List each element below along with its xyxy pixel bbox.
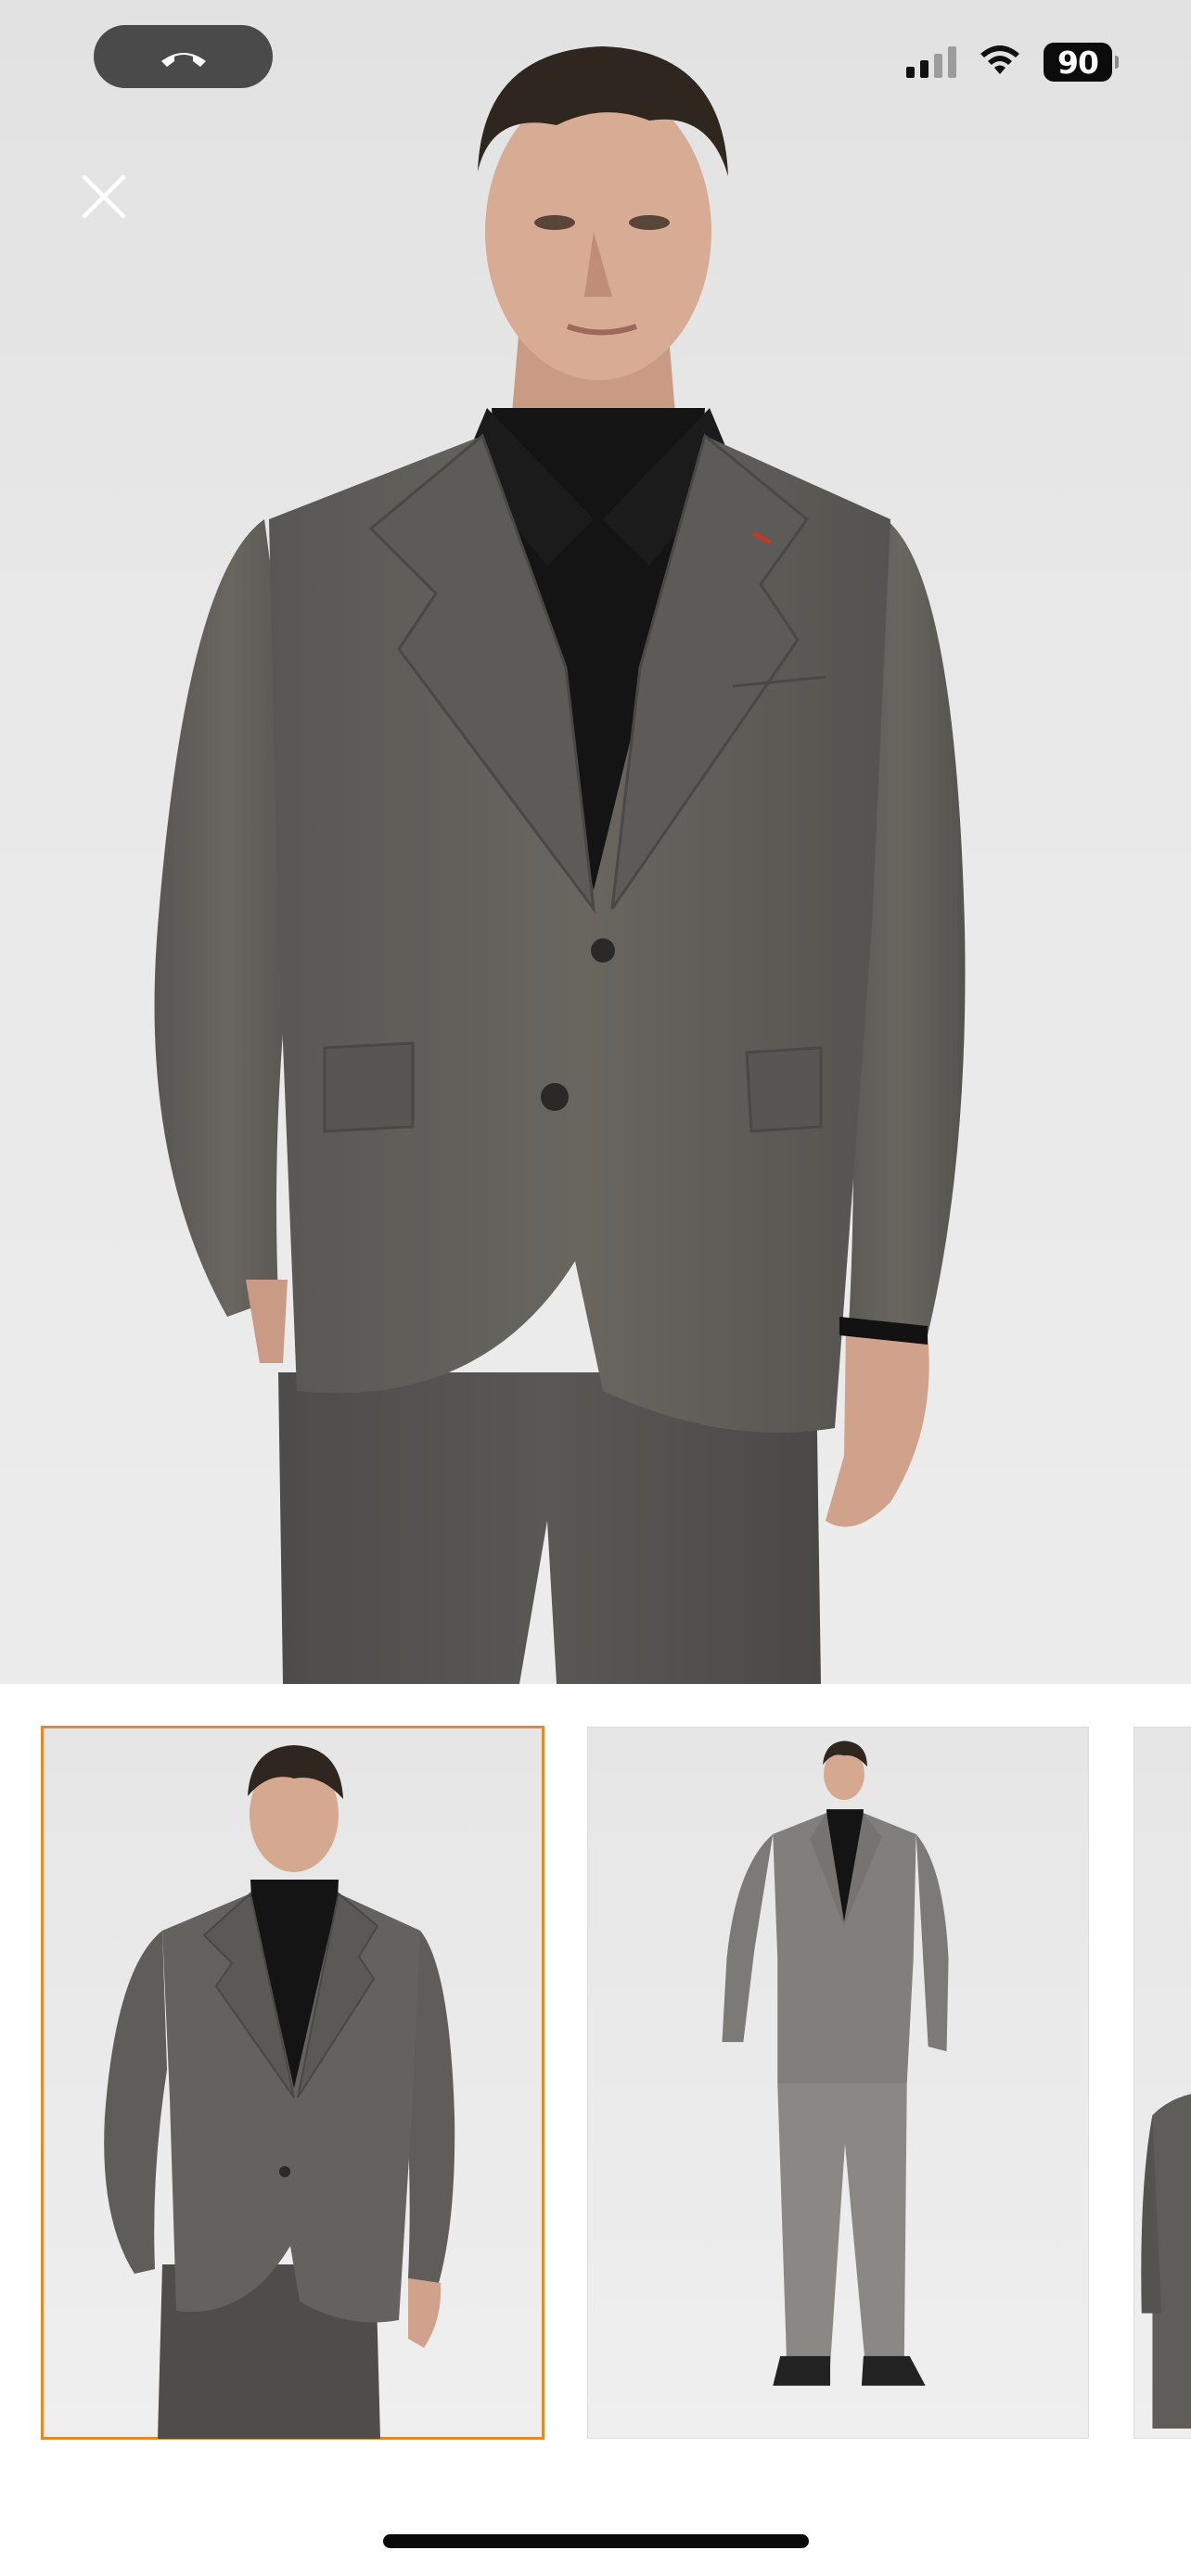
phone-hangup-icon [160, 53, 206, 67]
thumbnail-3[interactable] [1133, 1727, 1191, 2439]
thumbnail-strip[interactable] [0, 1684, 1191, 2463]
thumbnail-2[interactable] [587, 1727, 1089, 2439]
status-indicators: 90 [906, 43, 1119, 82]
thumbnail-image-full-length [722, 1741, 949, 2386]
close-icon [82, 174, 126, 219]
thumbnail-image-closeup [104, 1745, 455, 2439]
thumbnail-image-side [1141, 2094, 1191, 2429]
battery-level: 90 [1044, 43, 1112, 82]
cellular-signal-icon [906, 46, 956, 78]
wifi-icon [977, 43, 1023, 83]
battery-icon: 90 [1044, 43, 1119, 82]
suit-model-photo [154, 46, 966, 1684]
close-button[interactable] [74, 167, 134, 226]
home-indicator[interactable] [383, 2534, 809, 2548]
active-call-indicator[interactable] [94, 25, 273, 88]
battery-terminal [1115, 56, 1119, 69]
main-product-image[interactable]: 90 [0, 0, 1191, 1684]
thumbnail-1[interactable] [41, 1726, 544, 2440]
